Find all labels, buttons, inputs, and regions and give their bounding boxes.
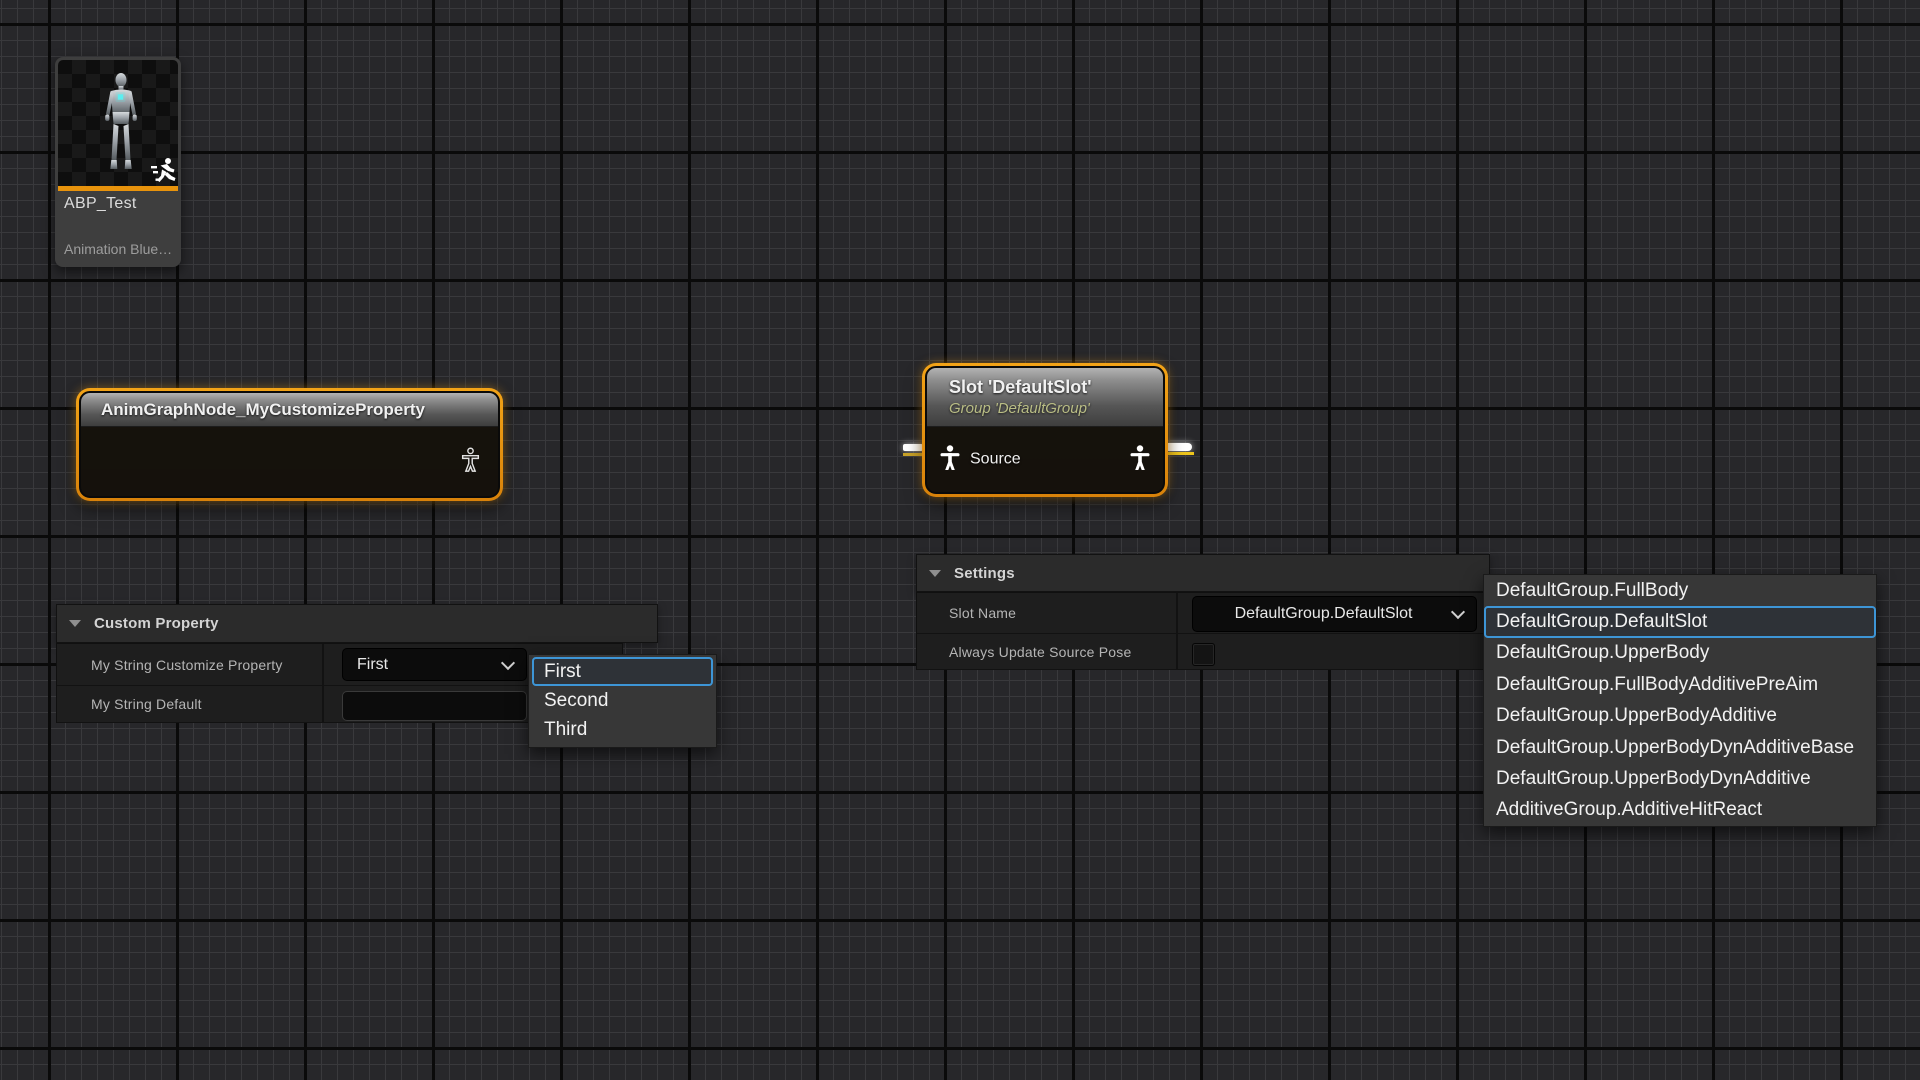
- chevron-down-icon: [501, 655, 515, 669]
- mannequin-preview-image: [95, 72, 147, 182]
- string-property-dropdown-menu: FirstSecondThird: [528, 654, 717, 748]
- dropdown-option[interactable]: DefaultGroup.UpperBody: [1484, 638, 1876, 669]
- output-pose-pin[interactable]: [460, 446, 481, 477]
- node-subtitle: Group 'DefaultGroup': [949, 400, 1163, 417]
- dropdown-option[interactable]: DefaultGroup.FullBody: [1484, 575, 1876, 606]
- panel-header-label: Custom Property: [94, 615, 219, 632]
- panel-header-label: Settings: [954, 565, 1015, 582]
- collapse-arrow-icon[interactable]: [929, 570, 941, 577]
- dropdown-option[interactable]: DefaultGroup.UpperBodyAdditive: [1484, 701, 1876, 732]
- column-divider[interactable]: [322, 644, 324, 722]
- source-pin-label: Source: [970, 451, 1021, 469]
- node-title: AnimGraphNode_MyCustomizeProperty: [101, 400, 498, 420]
- combobox-value: First: [357, 656, 388, 674]
- slot-name-combobox[interactable]: DefaultGroup.DefaultSlot: [1192, 596, 1477, 632]
- my-string-customize-property-combobox[interactable]: First: [342, 648, 527, 681]
- amber-wire-right: [1167, 452, 1194, 455]
- asset-card-abp-test[interactable]: ABP_Test Animation Blue…: [55, 57, 181, 267]
- node-title: Slot 'DefaultSlot': [949, 377, 1163, 398]
- always-update-source-pose-checkbox[interactable]: [1192, 643, 1215, 666]
- asset-title: ABP_Test: [64, 195, 137, 213]
- output-pose-pin[interactable]: [1129, 444, 1151, 475]
- property-label: My String Default: [91, 696, 202, 712]
- node-header[interactable]: AnimGraphNode_MyCustomizeProperty: [81, 393, 498, 427]
- asset-thumbnail: [58, 60, 178, 186]
- custom-property-panel-header[interactable]: Custom Property: [56, 604, 658, 643]
- column-divider[interactable]: [1176, 593, 1178, 669]
- pose-wire-left: [903, 444, 923, 451]
- node-slot-default-slot[interactable]: Slot 'DefaultSlot' Group 'DefaultGroup' …: [922, 363, 1168, 497]
- node-anim-graph-custom-property[interactable]: AnimGraphNode_MyCustomizeProperty: [76, 388, 503, 501]
- running-person-icon: [149, 156, 177, 184]
- dropdown-option[interactable]: DefaultGroup.FullBodyAdditivePreAim: [1484, 669, 1876, 700]
- dropdown-option[interactable]: DefaultGroup.UpperBodyDynAdditive: [1484, 763, 1876, 794]
- slot-name-dropdown-menu: DefaultGroup.FullBodyDefaultGroup.Defaul…: [1483, 574, 1877, 827]
- amber-wire-left: [903, 453, 924, 456]
- settings-panel-header[interactable]: Settings: [916, 554, 1490, 592]
- collapse-arrow-icon[interactable]: [69, 620, 81, 627]
- source-input-pose-pin[interactable]: [939, 444, 961, 475]
- node-header[interactable]: Slot 'DefaultSlot' Group 'DefaultGroup': [927, 368, 1163, 427]
- pose-wire-right: [1167, 443, 1192, 451]
- dropdown-option[interactable]: AdditiveGroup.AdditiveHitReact: [1484, 795, 1876, 826]
- dropdown-option[interactable]: DefaultGroup.DefaultSlot: [1484, 606, 1876, 637]
- property-label: My String Customize Property: [91, 657, 283, 673]
- chevron-down-icon: [1451, 605, 1465, 619]
- dropdown-option[interactable]: DefaultGroup.UpperBodyDynAdditiveBase: [1484, 732, 1876, 763]
- dropdown-option[interactable]: Third: [532, 716, 713, 745]
- dropdown-option[interactable]: First: [532, 657, 713, 686]
- asset-type-label: Animation Blue…: [64, 241, 172, 257]
- property-label: Always Update Source Pose: [949, 644, 1131, 660]
- person-pose-icon: [939, 444, 961, 470]
- property-label: Slot Name: [949, 605, 1016, 621]
- blueprint-graph-canvas[interactable]: { "colors": { "selection_orange": "#e893…: [0, 0, 1920, 1080]
- person-pose-icon: [1129, 444, 1151, 470]
- combobox-value: DefaultGroup.DefaultSlot: [1235, 605, 1413, 623]
- person-pose-icon: [460, 446, 481, 472]
- asset-type-color-bar: [58, 186, 178, 191]
- my-string-default-input[interactable]: [342, 691, 527, 721]
- dropdown-option[interactable]: Second: [532, 686, 713, 715]
